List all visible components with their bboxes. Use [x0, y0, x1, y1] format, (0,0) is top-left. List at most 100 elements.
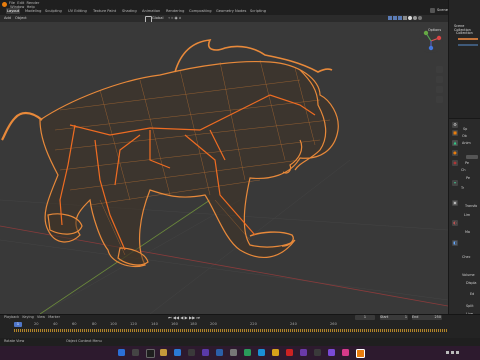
- prop-label-ed: Ed: [470, 292, 475, 296]
- data-tab-icon[interactable]: ▣: [452, 200, 458, 206]
- start-frame-field[interactable]: Start 1: [380, 315, 408, 320]
- transform-orientation[interactable]: Global: [152, 16, 163, 20]
- timeline-panel: [0, 314, 480, 339]
- app-icon-8[interactable]: [300, 349, 307, 356]
- search-icon[interactable]: [132, 349, 139, 356]
- prop-label-displa: Displa: [466, 281, 477, 285]
- tab-texture-paint[interactable]: Texture Paint: [93, 8, 116, 14]
- constraints-tab-icon[interactable]: ▾: [452, 180, 458, 186]
- status-left: Rotate View: [4, 339, 25, 343]
- end-frame-field[interactable]: End 250: [412, 315, 442, 320]
- tab-modeling[interactable]: Modeling: [25, 8, 41, 14]
- start-frame-label: Start: [380, 315, 389, 319]
- prop-label-ma: Ma: [465, 230, 471, 234]
- wireframe-shading-icon[interactable]: [403, 16, 407, 20]
- timeline-tick: 180: [190, 322, 197, 326]
- tool-tab-icon[interactable]: ⚙: [452, 122, 458, 128]
- object-tab-icon[interactable]: ■: [452, 130, 458, 136]
- view-menu[interactable]: View: [37, 315, 45, 319]
- xray-icon[interactable]: [398, 16, 402, 20]
- app-icon-6[interactable]: [272, 349, 279, 356]
- camera-view-icon[interactable]: [436, 86, 443, 93]
- keying-menu[interactable]: Keying: [22, 315, 33, 319]
- tab-shading[interactable]: Shading: [122, 8, 137, 14]
- prop-label-volume: Volume: [462, 273, 475, 277]
- overlay-icon[interactable]: [388, 16, 392, 20]
- blender-logo-icon[interactable]: [2, 2, 7, 7]
- outliner-item-row[interactable]: [458, 44, 478, 46]
- app-icon-1[interactable]: [202, 349, 209, 356]
- tab-geometry-nodes[interactable]: Geometry Nodes: [216, 8, 246, 14]
- edge-browser-icon[interactable]: [174, 349, 181, 356]
- tab-layout[interactable]: Layout: [6, 8, 21, 14]
- app-icon-9[interactable]: [314, 349, 321, 356]
- wifi-icon[interactable]: [446, 351, 449, 354]
- prop-label-lim: Lim: [464, 213, 471, 217]
- snap-icons[interactable]: ⌁ ⌗ ◉ ∧: [168, 16, 181, 20]
- prop-label-ch: Ch: [461, 168, 466, 172]
- solid-shading-icon[interactable]: [408, 16, 412, 20]
- scene-label[interactable]: Scene: [437, 8, 448, 12]
- tab-rendering[interactable]: Rendering: [166, 8, 184, 14]
- material-tab-icon[interactable]: ◐: [452, 220, 458, 226]
- timeline-tick: 200: [210, 322, 217, 326]
- modifier-tab-icon[interactable]: ▲: [452, 140, 458, 146]
- prop-label-sp: Sp: [463, 127, 468, 131]
- gizmo-icon[interactable]: [393, 16, 397, 20]
- tab-scripting[interactable]: Scripting: [250, 8, 266, 14]
- tab-compositing[interactable]: Compositing: [189, 8, 212, 14]
- viewport-shading-buttons[interactable]: [388, 16, 444, 21]
- store-icon[interactable]: [188, 349, 195, 356]
- playhead[interactable]: 1: [14, 322, 22, 327]
- app-icon-4[interactable]: [244, 349, 251, 356]
- app-icon-10[interactable]: [328, 349, 335, 356]
- tab-animation[interactable]: Animation: [142, 8, 160, 14]
- task-view-icon[interactable]: [146, 349, 155, 358]
- pan-hand-icon[interactable]: [436, 76, 443, 83]
- file-explorer-icon[interactable]: [160, 349, 167, 356]
- playback-controls[interactable]: ⏮ ◀◀ ◀ ▶ ▶▶ ⏭: [168, 315, 200, 320]
- system-tray[interactable]: [445, 349, 475, 356]
- blender-taskbar-icon[interactable]: [356, 349, 365, 358]
- tab-sculpting[interactable]: Sculpting: [45, 8, 62, 14]
- outliner-selected-row[interactable]: [458, 38, 478, 40]
- app-icon-3[interactable]: [230, 349, 237, 356]
- object-menu[interactable]: Object: [15, 16, 27, 20]
- physics-tab-icon[interactable]: ◉: [452, 160, 458, 166]
- viewport-canvas: [0, 39, 448, 314]
- render-shading-icon[interactable]: [418, 16, 422, 20]
- prop-label-tr: Tr: [461, 186, 464, 190]
- texture-tab-icon[interactable]: ◧: [452, 240, 458, 246]
- timeline-tick: 220: [250, 322, 257, 326]
- zoom-icon[interactable]: [436, 66, 443, 73]
- marker-menu[interactable]: Marker: [48, 315, 60, 319]
- timeline-tick: 20: [34, 322, 39, 326]
- prop-label-pe2: Pe: [466, 176, 471, 180]
- tab-uv-editing[interactable]: UV Editing: [68, 8, 87, 14]
- outliner-panel: [448, 0, 480, 118]
- outliner-collection[interactable]: Collection: [456, 31, 473, 35]
- current-frame-field[interactable]: 1: [355, 315, 375, 320]
- scene-icon[interactable]: [430, 8, 435, 13]
- top-menu: File Edit Render Window Help: [9, 1, 40, 9]
- 3d-viewport[interactable]: [0, 22, 448, 314]
- app-icon-11[interactable]: [342, 349, 349, 356]
- material-shading-icon[interactable]: [413, 16, 417, 20]
- battery-icon[interactable]: [456, 351, 459, 354]
- volume-icon[interactable]: [451, 351, 454, 354]
- keyframe-strip[interactable]: [14, 329, 448, 332]
- app-icon-7[interactable]: [286, 349, 293, 356]
- timeline-tick: 240: [290, 322, 297, 326]
- particles-tab-icon[interactable]: ●: [452, 150, 458, 156]
- app-icon-5[interactable]: [258, 349, 265, 356]
- app-icon-2[interactable]: [216, 349, 223, 356]
- options-button[interactable]: Options: [428, 28, 441, 32]
- end-frame-label: End: [412, 315, 419, 319]
- add-menu[interactable]: Add: [4, 16, 11, 20]
- windows-start-icon[interactable]: [118, 349, 125, 356]
- timeline-tick: 140: [151, 322, 158, 326]
- perspective-grid-icon[interactable]: [436, 96, 443, 103]
- playback-menu[interactable]: Playback: [4, 315, 19, 319]
- prop-field[interactable]: [466, 155, 478, 159]
- timeline-menu: Playback Keying View Marker: [4, 315, 60, 319]
